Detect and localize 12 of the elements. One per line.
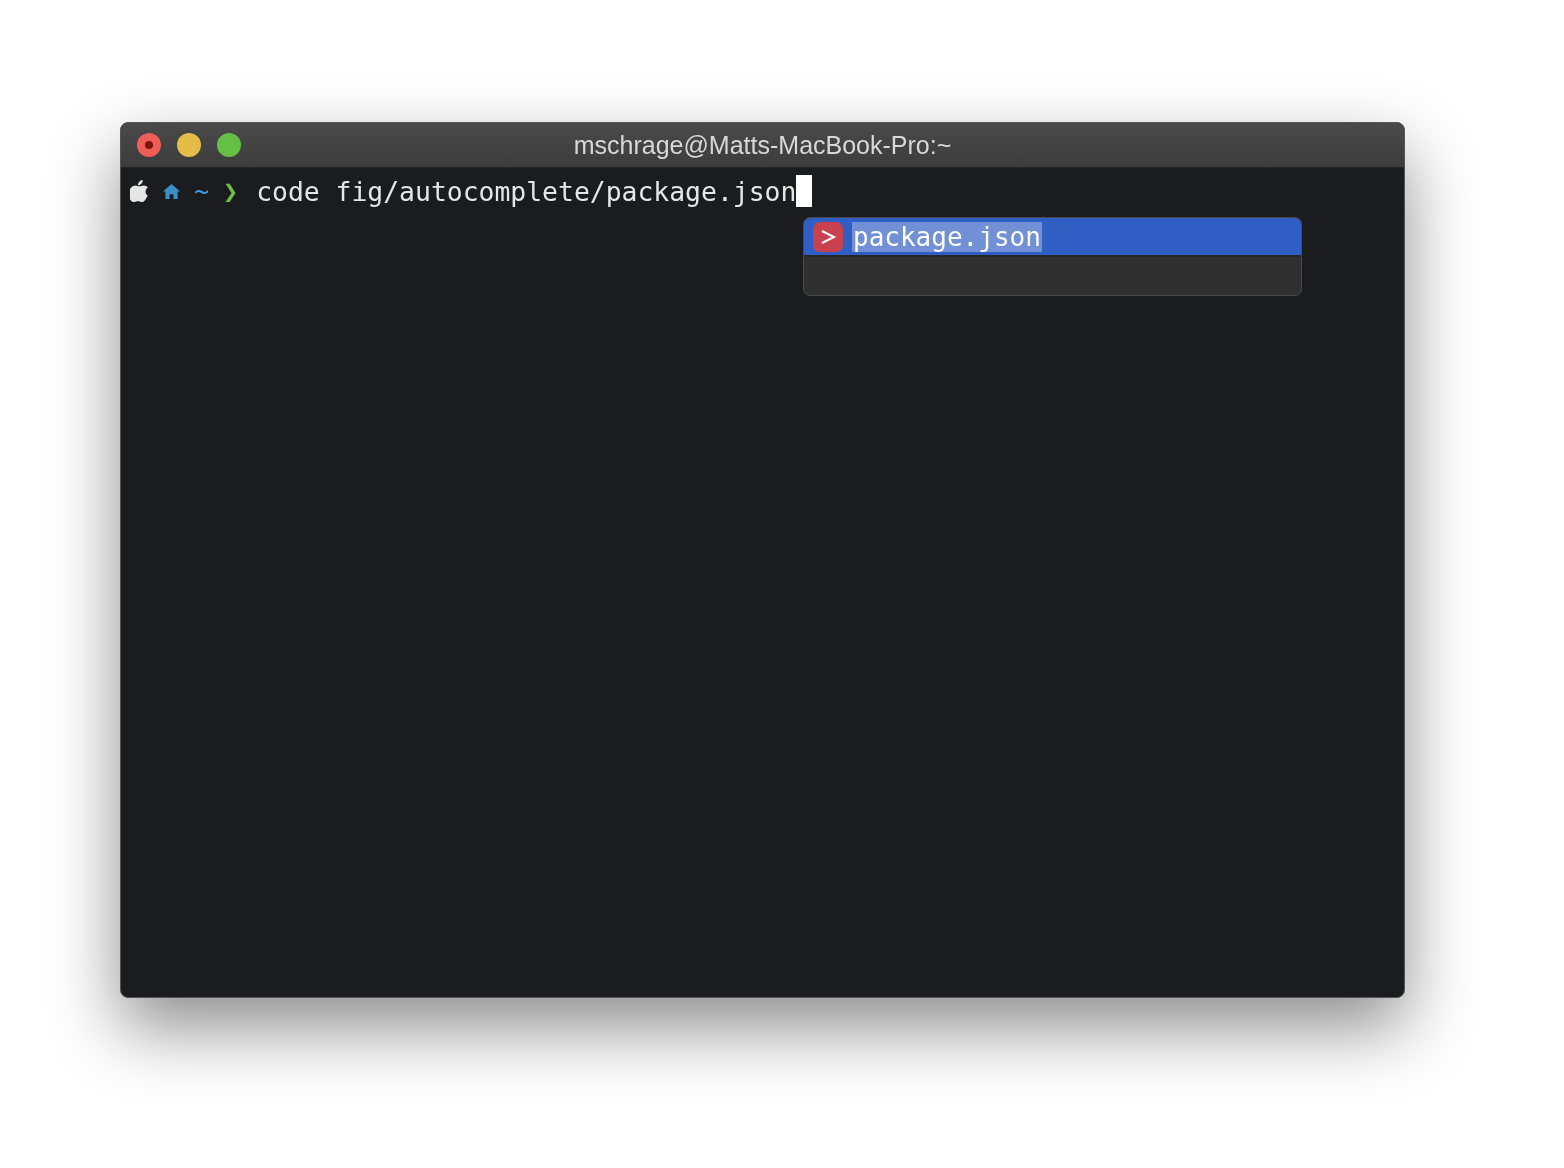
minimize-button[interactable] [177,133,201,157]
text-cursor [796,175,813,207]
zoom-button[interactable] [217,133,241,157]
close-button[interactable] [137,133,161,157]
current-directory: ~ [194,176,210,206]
command-text: code fig/autocomplete/package.json [256,175,797,207]
window-title: mschrage@Matts-MacBook-Pro:~ [573,130,952,160]
prompt-symbol: ❯ [223,176,239,206]
home-icon [162,182,181,200]
suggestion-item[interactable]: package.json [804,218,1301,257]
apple-icon [130,180,149,202]
chevron-icon [813,221,843,252]
